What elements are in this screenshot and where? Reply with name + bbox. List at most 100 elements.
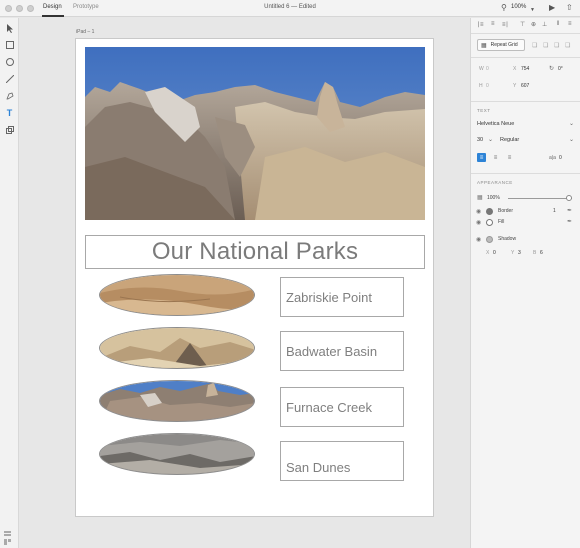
opacity-slider-thumb[interactable] (566, 195, 572, 201)
eye-icon[interactable]: ◉ (476, 236, 481, 243)
y-field[interactable]: 607 (521, 83, 529, 89)
divider (471, 173, 580, 174)
divider (471, 57, 580, 58)
rotation-icon: ↻ (549, 66, 555, 72)
page-title-box[interactable]: Our National Parks (85, 235, 425, 269)
active-tab-indicator (42, 15, 64, 17)
oval-image-badwater[interactable] (99, 327, 255, 369)
shadow-color-swatch[interactable] (486, 236, 493, 243)
eyedropper-icon[interactable]: ✒ (567, 207, 572, 214)
mask-icon[interactable]: ❏ (532, 42, 537, 49)
align-left-icon[interactable]: ∣≡ (477, 21, 484, 28)
text-tool-icon[interactable]: T (4, 107, 15, 118)
ellipse-tool-icon[interactable] (4, 56, 15, 67)
opacity-icon: ▦ (477, 195, 483, 201)
park-name[interactable]: Furnace Creek (286, 400, 372, 415)
shadow-blur-label: B (533, 250, 537, 256)
appearance-section-title: APPEARANCE (477, 180, 513, 185)
oval-image-zabriskie[interactable] (99, 274, 255, 316)
opacity-slider[interactable] (508, 198, 572, 199)
border-width-field[interactable]: 1 (553, 208, 556, 214)
font-family-select[interactable]: Helvetica Neue (477, 121, 514, 127)
x-field[interactable]: 754 (521, 66, 529, 72)
app-window: Design Prototype Untitled 6 — Edited ⚲ 1… (0, 0, 580, 548)
align-top-icon[interactable]: ⊤ (520, 21, 525, 28)
text-section-title: TEXT (477, 108, 491, 113)
rotation-field[interactable]: 0° (558, 66, 563, 72)
opacity-value[interactable]: 100% (487, 195, 500, 201)
line-tool-icon[interactable] (4, 73, 15, 84)
text-align-left-icon[interactable]: ≡ (477, 153, 486, 162)
park-name[interactable]: Zabriskie Point (286, 290, 372, 305)
chevron-down-icon[interactable]: ⌄ (569, 136, 574, 143)
intersect-icon[interactable]: ❏ (565, 42, 570, 49)
zoom-dropdown-chevron-icon[interactable]: ▼ (530, 5, 535, 15)
park-label-box[interactable]: Zabriskie Point (280, 277, 404, 317)
height-label: H (479, 83, 483, 89)
subtract-icon[interactable]: ❏ (554, 42, 559, 49)
oval-image-furnace-creek[interactable] (99, 380, 255, 422)
eye-icon[interactable]: ◉ (476, 219, 481, 226)
eye-icon[interactable]: ◉ (476, 208, 481, 215)
title-bar: Design Prototype Untitled 6 — Edited ⚲ 1… (0, 0, 580, 17)
align-center-icon[interactable]: ≡ (491, 21, 495, 27)
border-label: Border (498, 208, 514, 214)
artboard-ipad-1[interactable]: Our National Parks Zabriskie Point Badwa… (75, 38, 434, 517)
chevron-down-icon[interactable]: ⌄ (569, 120, 574, 127)
repeat-grid-button[interactable]: ▦ Repeat Grid (477, 39, 525, 51)
shadow-y-label: Y (511, 250, 515, 256)
park-label-box[interactable]: Badwater Basin (280, 331, 404, 371)
text-align-right-icon[interactable]: ≡ (505, 153, 514, 162)
height-field[interactable]: 0 (486, 83, 489, 89)
shadow-x-field[interactable]: 0 (493, 250, 496, 256)
page-title[interactable]: Our National Parks (152, 238, 358, 266)
oval-image-sand-dunes[interactable] (99, 433, 255, 475)
character-spacing-field[interactable]: 0 (559, 155, 562, 161)
assets-panel-icon[interactable] (4, 539, 11, 546)
shadow-label: Shadow (498, 236, 517, 242)
zoom-level[interactable]: 100% (511, 4, 526, 10)
font-weight-select[interactable]: Regular (500, 137, 519, 143)
park-name[interactable]: San Dunes (286, 460, 350, 475)
border-color-swatch[interactable] (486, 208, 493, 215)
character-spacing-icon: a|a (549, 155, 556, 161)
fill-color-swatch[interactable] (486, 219, 493, 226)
park-label-box[interactable]: San Dunes (280, 441, 404, 481)
play-preview-icon[interactable]: ▶ (549, 3, 555, 13)
select-tool-arrow-icon[interactable] (4, 23, 15, 34)
repeat-grid-label: Repeat Grid (490, 42, 518, 48)
x-label: X (513, 66, 517, 72)
share-icon[interactable]: ⇧ (566, 3, 573, 13)
align-right-icon[interactable]: ≡∣ (502, 21, 509, 28)
park-name[interactable]: Badwater Basin (286, 344, 377, 359)
property-inspector: ∣≡ ≡ ≡∣ ⊤ ⊕ ⊥ ‖ ≡ ▦ Repeat Grid ❏ ❏ ❏ ❏ … (470, 18, 580, 548)
shadow-blur-field[interactable]: 6 (540, 250, 543, 256)
park-label-box[interactable]: Furnace Creek (280, 387, 404, 427)
rectangle-tool-icon[interactable] (4, 39, 15, 50)
search-icon[interactable]: ⚲ (501, 3, 507, 13)
repeat-grid-icon: ▦ (481, 42, 487, 49)
artboard-tool-icon[interactable] (4, 124, 15, 135)
distribute-horizontal-icon[interactable]: ‖ (557, 21, 559, 27)
align-middle-icon[interactable]: ⊕ (531, 21, 536, 28)
union-icon[interactable]: ❏ (543, 42, 548, 49)
chevron-down-icon[interactable]: ⌄ (488, 136, 493, 143)
y-label: Y (513, 83, 517, 89)
divider (471, 101, 580, 102)
artboard-name-label[interactable]: iPad – 1 (76, 29, 94, 35)
document-title: Untitled 6 — Edited (264, 4, 316, 10)
text-align-center-icon[interactable]: ≡ (491, 153, 500, 162)
tools-sidebar: T (0, 18, 19, 548)
layers-panel-icon[interactable] (4, 531, 11, 538)
divider (471, 33, 580, 34)
shadow-x-label: X (486, 250, 490, 256)
font-size-field[interactable]: 30 (477, 137, 483, 143)
pen-tool-icon[interactable] (4, 90, 15, 101)
eyedropper-icon[interactable]: ✒ (567, 218, 572, 225)
width-field[interactable]: 0 (486, 66, 489, 72)
width-label: W (479, 66, 484, 72)
shadow-y-field[interactable]: 3 (518, 250, 521, 256)
distribute-vertical-icon[interactable]: ≡ (568, 21, 572, 27)
hero-mountain-image[interactable] (85, 47, 425, 220)
align-bottom-icon[interactable]: ⊥ (542, 21, 547, 28)
